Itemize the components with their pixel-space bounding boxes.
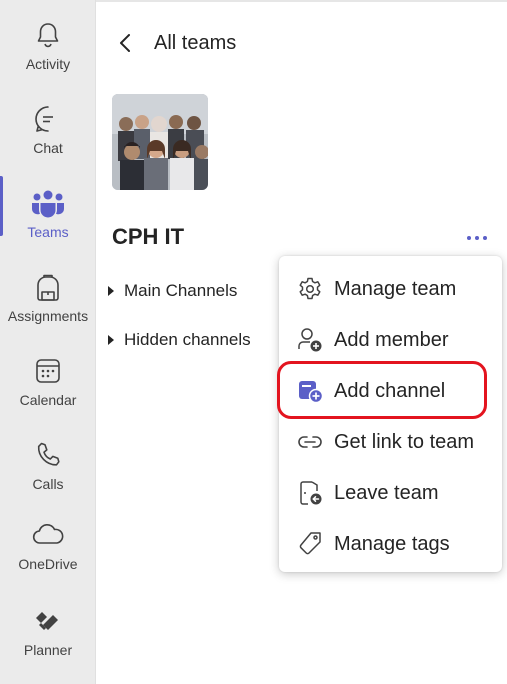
expand-caret-icon <box>108 335 114 345</box>
rail-label: Planner <box>23 642 73 658</box>
menu-item-label: Get link to team <box>334 430 475 453</box>
menu-item-label: Leave team <box>334 481 439 504</box>
more-options-button[interactable] <box>460 226 494 250</box>
team-name: CPH IT <box>112 224 185 249</box>
rail-label: Activity <box>25 56 71 72</box>
rail-label: Calls <box>32 476 64 492</box>
channel-group-hidden[interactable]: Hidden channels <box>108 327 251 353</box>
menu-item-label: Manage tags <box>334 532 450 555</box>
top-divider <box>96 0 507 2</box>
channel-group-label: Main Channels <box>124 281 238 300</box>
rail-item-assignments[interactable]: Assignments <box>0 256 96 340</box>
menu-item-add-channel[interactable]: Add channel <box>279 367 502 415</box>
rail-item-teams[interactable]: Teams <box>0 172 96 256</box>
rail-label: OneDrive <box>18 556 78 572</box>
gear-icon <box>296 275 324 303</box>
rail-item-calls[interactable]: Calls <box>0 424 96 508</box>
menu-item-manage-tags[interactable]: Manage tags <box>279 520 502 568</box>
channel-group-main[interactable]: Main Channels <box>108 278 237 304</box>
rail-label: Assignments <box>7 308 89 324</box>
rail-item-chat[interactable]: Chat <box>0 88 96 172</box>
menu-item-label: Add member <box>334 328 449 351</box>
planner-icon <box>31 604 65 638</box>
menu-item-add-member[interactable]: Add member <box>279 316 502 364</box>
rail-label: Chat <box>33 140 63 156</box>
menu-item-leave-team[interactable]: Leave team <box>279 469 502 517</box>
back-to-all-teams[interactable]: All teams <box>118 26 236 60</box>
more-options-icon <box>467 236 471 240</box>
more-options-dot <box>483 236 487 240</box>
chat-icon <box>31 102 65 136</box>
phone-icon <box>31 438 65 472</box>
rail-item-planner[interactable]: Planner <box>0 590 96 674</box>
expand-caret-icon <box>108 286 114 296</box>
person-add-icon <box>296 326 324 354</box>
team-options-menu: Manage team Add member Add channel Get l… <box>279 256 502 572</box>
menu-item-label: Manage team <box>334 277 457 300</box>
rail-item-onedrive[interactable]: OneDrive <box>0 504 96 588</box>
rail-item-activity[interactable]: Activity <box>0 4 96 88</box>
app-rail: Activity Chat Teams Assignments Calendar… <box>0 0 96 684</box>
teams-icon <box>31 186 65 220</box>
link-icon <box>296 428 324 456</box>
team-avatar-photo <box>112 94 208 190</box>
channel-group-label: Hidden channels <box>124 330 251 349</box>
leave-icon <box>296 479 324 507</box>
rail-label: Calendar <box>19 392 77 408</box>
menu-item-manage-team[interactable]: Manage team <box>279 265 502 313</box>
back-label: All teams <box>154 31 237 54</box>
bell-icon <box>31 18 65 52</box>
cloud-icon <box>31 518 65 552</box>
tag-icon <box>296 530 324 558</box>
calendar-icon <box>31 354 65 388</box>
chevron-left-icon <box>118 32 140 54</box>
backpack-icon <box>31 270 65 304</box>
menu-item-get-link[interactable]: Get link to team <box>279 418 502 466</box>
menu-item-label: Add channel <box>334 379 446 402</box>
more-options-dot <box>475 236 479 240</box>
rail-item-calendar[interactable]: Calendar <box>0 340 96 424</box>
rail-label: Teams <box>27 224 69 240</box>
add-channel-icon <box>296 377 324 405</box>
